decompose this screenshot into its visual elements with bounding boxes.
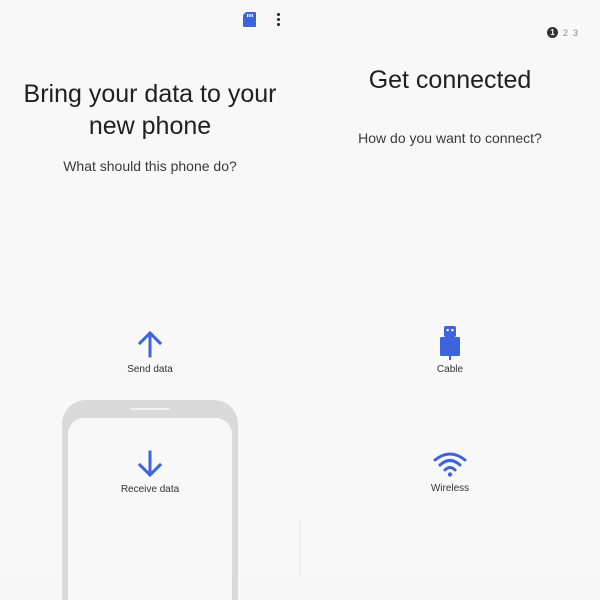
- page-indicator-3: 3: [573, 27, 579, 38]
- page-indicator-current: 1: [547, 27, 558, 38]
- usb-cable-icon: [440, 326, 460, 360]
- connect-title: Get connected: [368, 66, 532, 94]
- more-vert-icon[interactable]: [274, 12, 282, 28]
- arrow-up-icon: [137, 330, 163, 358]
- wireless-option[interactable]: Wireless: [300, 451, 600, 494]
- receive-data-label: Receive data: [120, 484, 180, 495]
- cable-option[interactable]: Cable: [300, 326, 600, 375]
- cable-label: Cable: [436, 364, 464, 375]
- right-panel: Get connected How do you want to connect…: [300, 0, 600, 576]
- page-title: Bring your data to your new phone: [0, 78, 300, 142]
- phone-speaker: [130, 408, 170, 410]
- send-data-option[interactable]: Send data: [0, 330, 300, 375]
- left-panel: Bring your data to your new phone What s…: [0, 0, 300, 600]
- panel-divider: [299, 520, 301, 576]
- sd-card-icon[interactable]: [243, 12, 256, 27]
- title-line-2: new phone: [88, 112, 212, 140]
- phone-screen: [68, 418, 232, 600]
- page-subtitle: What should this phone do?: [63, 158, 237, 174]
- title-line-1: Bring your data to your: [23, 80, 277, 108]
- wifi-icon: [433, 452, 467, 477]
- wireless-label: Wireless: [430, 483, 470, 494]
- page-indicator: 1 2 3: [547, 27, 578, 38]
- send-data-label: Send data: [127, 364, 173, 375]
- page-indicator-2: 2: [563, 27, 569, 38]
- connect-subtitle: How do you want to connect?: [358, 130, 542, 146]
- phone-illustration: [62, 400, 238, 600]
- arrow-down-icon: [137, 450, 163, 478]
- receive-data-option[interactable]: Receive data: [0, 450, 300, 495]
